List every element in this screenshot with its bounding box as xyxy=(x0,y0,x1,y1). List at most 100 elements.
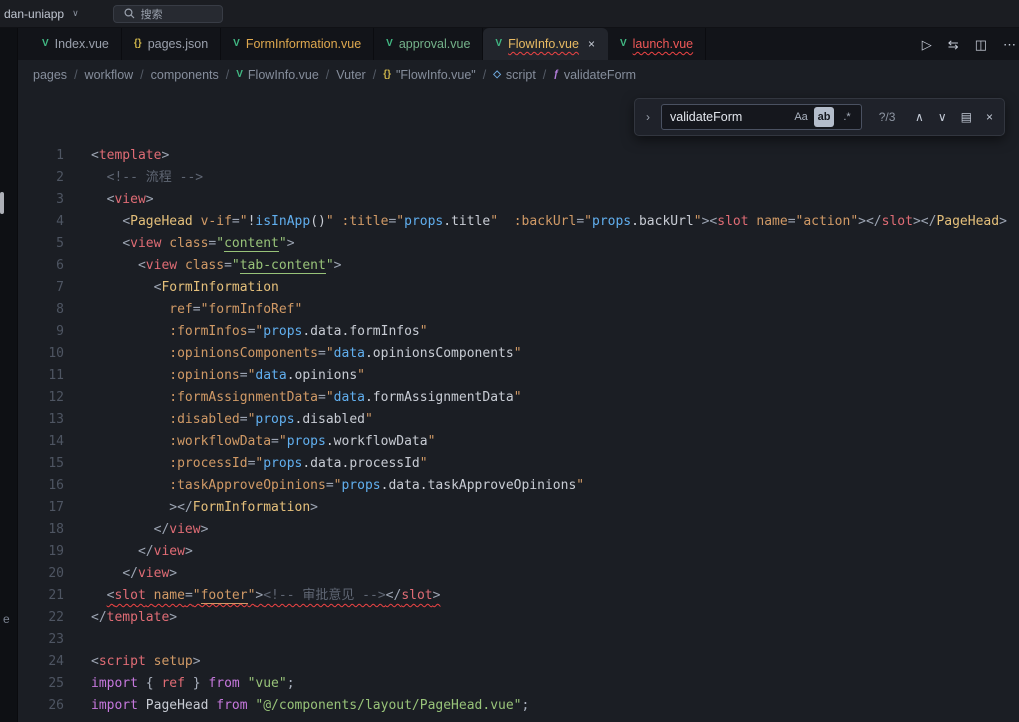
find-in-selection-button[interactable]: ▤ xyxy=(958,110,975,124)
vue-icon: V xyxy=(42,39,49,49)
tab-label: FormInformation.vue xyxy=(246,37,361,51)
breadcrumb-label: "FlowInfo.vue" xyxy=(396,68,476,82)
close-icon[interactable]: × xyxy=(588,37,595,51)
tab-bar: VIndex.vue{}pages.jsonVFormInformation.v… xyxy=(18,28,1019,60)
code-line-5[interactable]: 5 <view class="content"> xyxy=(18,233,1019,255)
line-number: 4 xyxy=(18,211,64,233)
breadcrumb-label: FlowInfo.vue xyxy=(248,68,319,82)
whole-word-button[interactable]: ab xyxy=(814,107,834,127)
tab-list: VIndex.vue{}pages.jsonVFormInformation.v… xyxy=(30,28,706,60)
tab-Index.vue[interactable]: V Index.vue xyxy=(30,28,122,60)
line-content: <PageHead v-if="!isInApp()" :title="prop… xyxy=(91,211,1007,233)
code-line-20[interactable]: 20 </view> xyxy=(18,563,1019,585)
code-line-11[interactable]: 11 :opinions="data.opinions" xyxy=(18,365,1019,387)
code-line-2[interactable]: 2 <!-- 流程 --> xyxy=(18,167,1019,189)
previous-match-button[interactable]: ∧ xyxy=(912,110,927,124)
breadcrumb-item-validateForm[interactable]: ƒvalidateForm xyxy=(553,68,636,82)
more-actions-button[interactable]: ⋯ xyxy=(1003,38,1016,51)
code-area[interactable]: 1<template>2 <!-- 流程 -->3 <view>4 <PageH… xyxy=(18,145,1019,717)
tab-pages.json[interactable]: {}pages.json xyxy=(122,28,221,60)
code-line-13[interactable]: 13 :disabled="props.disabled" xyxy=(18,409,1019,431)
find-widget: › Aa ab .* ?/3 ∧ ∨ ▤ × xyxy=(634,98,1005,136)
run-button[interactable]: ▷ xyxy=(922,38,932,51)
code-line-23[interactable]: 23 xyxy=(18,629,1019,651)
code-line-6[interactable]: 6 <view class="tab-content"> xyxy=(18,255,1019,277)
find-input[interactable] xyxy=(670,110,788,124)
close-find-button[interactable]: × xyxy=(983,110,996,124)
code-line-7[interactable]: 7 <FormInformation xyxy=(18,277,1019,299)
find-matches-count: ?/3 xyxy=(870,110,904,124)
match-case-button[interactable]: Aa xyxy=(791,107,811,127)
breadcrumb-label: Vuter xyxy=(336,68,365,82)
breadcrumb-item-Vuter[interactable]: Vuter xyxy=(336,68,365,82)
line-content: </view> xyxy=(91,563,177,585)
tab-launch.vue[interactable]: Vlaunch.vue xyxy=(608,28,706,60)
rail-partial-text: e xyxy=(3,612,10,626)
code-line-24[interactable]: 24<script setup> xyxy=(18,651,1019,673)
line-content: <FormInformation xyxy=(91,277,279,299)
code-line-8[interactable]: 8 ref="formInfoRef" xyxy=(18,299,1019,321)
breadcrumb-item-FlowInfo.vue[interactable]: {} "FlowInfo.vue" xyxy=(383,68,476,82)
title-bar: dan-uniapp ∨ 搜索 xyxy=(0,0,1019,28)
split-editor-button[interactable]: ◫ xyxy=(975,38,987,51)
braces-icon: {} xyxy=(383,70,391,80)
line-content: :workflowData="props.workflowData" xyxy=(91,431,435,453)
line-content: ></FormInformation> xyxy=(91,497,318,519)
tab-label: FlowInfo.vue xyxy=(508,37,579,51)
breadcrumb-item-FlowInfo.vue[interactable]: VFlowInfo.vue xyxy=(236,68,319,82)
code-line-4[interactable]: 4 <PageHead v-if="!isInApp()" :title="pr… xyxy=(18,211,1019,233)
next-match-button[interactable]: ∨ xyxy=(935,110,950,124)
code-line-9[interactable]: 9 :formInfos="props.data.formInfos" xyxy=(18,321,1019,343)
line-number: 20 xyxy=(18,563,64,585)
chevron-down-icon[interactable]: ∨ xyxy=(72,9,79,18)
tab-approval.vue[interactable]: Vapproval.vue xyxy=(374,28,483,60)
line-content: :taskApproveOpinions="props.data.taskApp… xyxy=(91,475,584,497)
line-content: </view> xyxy=(91,519,208,541)
code-line-19[interactable]: 19 </view> xyxy=(18,541,1019,563)
line-content: import { ref } from "vue"; xyxy=(91,673,295,695)
code-line-1[interactable]: 1<template> xyxy=(18,145,1019,167)
method-icon: ƒ xyxy=(553,70,559,80)
breadcrumb-item-components[interactable]: components xyxy=(151,68,219,82)
code-line-18[interactable]: 18 </view> xyxy=(18,519,1019,541)
breadcrumb: pages/workflow/components/VFlowInfo.vue/… xyxy=(18,60,1019,90)
code-line-17[interactable]: 17 ></FormInformation> xyxy=(18,497,1019,519)
line-content: <view> xyxy=(91,189,154,211)
tab-FlowInfo.vue[interactable]: VFlowInfo.vue× xyxy=(483,28,608,60)
code-line-3[interactable]: 3 <view> xyxy=(18,189,1019,211)
line-number: 10 xyxy=(18,343,64,365)
line-number: 25 xyxy=(18,673,64,695)
code-line-26[interactable]: 26import PageHead from "@/components/lay… xyxy=(18,695,1019,717)
tab-label: Index.vue xyxy=(55,37,109,51)
line-content: import PageHead from "@/components/layou… xyxy=(91,695,529,717)
code-line-21[interactable]: 21 <slot name="footer"><!-- 审批意见 --></sl… xyxy=(18,585,1019,607)
code-line-15[interactable]: 15 :processId="props.data.processId" xyxy=(18,453,1019,475)
line-content: <view class="tab-content"> xyxy=(91,255,341,277)
editor-actions: ▷ ⇆ ◫ ⋯ xyxy=(922,28,1019,60)
search-label: 搜索 xyxy=(141,6,163,22)
line-content: <script setup> xyxy=(91,651,201,673)
code-line-22[interactable]: 22</template> xyxy=(18,607,1019,629)
line-content: :formInfos="props.data.formInfos" xyxy=(91,321,428,343)
line-content: :opinions="data.opinions" xyxy=(91,365,365,387)
code-line-12[interactable]: 12 :formAssignmentData="data.formAssignm… xyxy=(18,387,1019,409)
breadcrumb-item-script[interactable]: ◇script xyxy=(493,68,536,82)
toggle-replace-button[interactable]: › xyxy=(643,110,653,124)
global-search-box[interactable]: 搜索 xyxy=(113,5,223,23)
editor-pane[interactable]: › Aa ab .* ?/3 ∧ ∨ ▤ × 1<template>2 <!--… xyxy=(18,90,1019,722)
code-line-10[interactable]: 10 :opinionsComponents="data.opinionsCom… xyxy=(18,343,1019,365)
line-number: 19 xyxy=(18,541,64,563)
breadcrumb-separator: / xyxy=(326,68,329,82)
breadcrumb-separator: / xyxy=(226,68,229,82)
breadcrumb-item-pages[interactable]: pages xyxy=(33,68,67,82)
breadcrumb-item-workflow[interactable]: workflow xyxy=(85,68,134,82)
code-line-16[interactable]: 16 :taskApproveOpinions="props.data.task… xyxy=(18,475,1019,497)
project-name: dan-uniapp xyxy=(4,7,64,21)
code-line-25[interactable]: 25 import { ref } from "vue"; xyxy=(18,673,1019,695)
open-changes-button[interactable]: ⇆ xyxy=(948,38,959,51)
rail-scroll-indicator[interactable] xyxy=(0,192,4,214)
tab-FormInformation.vue[interactable]: VFormInformation.vue xyxy=(221,28,374,60)
code-line-14[interactable]: 14 :workflowData="props.workflowData" xyxy=(18,431,1019,453)
regex-button[interactable]: .* xyxy=(837,107,857,127)
vue-icon: V xyxy=(386,39,393,49)
